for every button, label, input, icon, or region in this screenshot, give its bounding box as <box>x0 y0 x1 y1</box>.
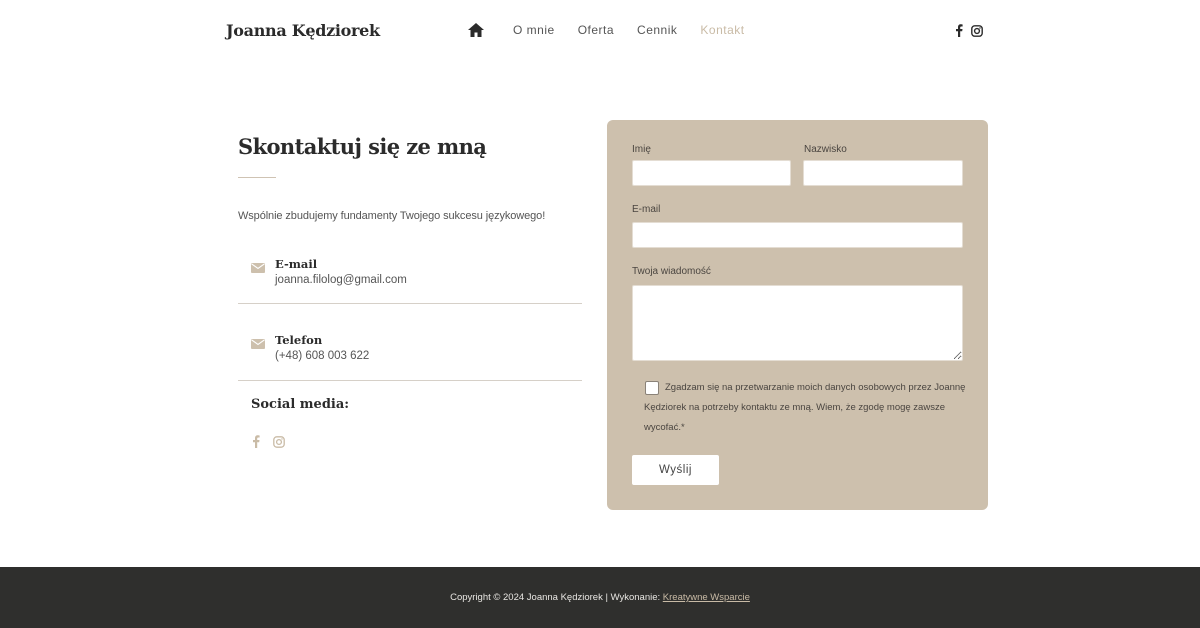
contact-social <box>252 435 582 453</box>
instagram-icon[interactable] <box>971 24 983 42</box>
email-label: E-mail <box>275 257 318 271</box>
section-divider <box>238 303 582 304</box>
footer-copyright: Copyright © 2024 Joanna Kędziorek | Wyko… <box>0 592 1200 603</box>
message-label: Twoja wiadomość <box>632 266 711 277</box>
facebook-icon[interactable] <box>252 435 260 453</box>
credit-link[interactable]: Kreatywne Wsparcie <box>663 592 750 603</box>
nav-item-kontakt[interactable]: Kontakt <box>700 20 744 40</box>
first-name-input[interactable] <box>632 160 791 186</box>
contact-form: Imię Nazwisko E-mail Twoja wiadomość Zga… <box>607 120 988 510</box>
title-divider <box>238 177 276 178</box>
site-header: Joanna Kędziorek O mnie Oferta Cennik Ko… <box>0 0 1200 62</box>
facebook-icon[interactable] <box>955 24 963 42</box>
site-brand[interactable]: Joanna Kędziorek <box>226 21 380 40</box>
email-block: E-mail joanna.filolog@gmail.com <box>238 257 582 286</box>
phone-block: Telefon (+48) 608 003 622 <box>238 333 582 362</box>
header-social <box>955 24 983 42</box>
contact-intro: Wspólnie zbudujemy fundamenty Twojego su… <box>238 210 546 222</box>
social-media-label: Social media: <box>251 397 350 412</box>
message-textarea[interactable] <box>632 285 963 361</box>
phone-value[interactable]: (+48) 608 003 622 <box>275 350 582 362</box>
nav-item-cennik[interactable]: Cennik <box>637 20 677 40</box>
last-name-label: Nazwisko <box>804 144 847 155</box>
email-input[interactable] <box>632 222 963 248</box>
first-name-label: Imię <box>632 144 651 155</box>
phone-label: Telefon <box>275 333 323 347</box>
site-footer: Copyright © 2024 Joanna Kędziorek | Wyko… <box>0 567 1200 628</box>
contact-info: Skontaktuj się ze mną Wspólnie zbudujemy… <box>238 120 582 453</box>
main-nav: O mnie Oferta Cennik Kontakt <box>468 20 768 40</box>
consent-text: Zgadzam się na przetwarzanie moich danyc… <box>644 382 966 433</box>
envelope-icon <box>251 260 265 278</box>
last-name-input[interactable] <box>803 160 963 186</box>
home-icon[interactable] <box>468 21 486 39</box>
nav-item-oferta[interactable]: Oferta <box>578 20 614 40</box>
submit-button[interactable]: Wyślij <box>632 455 719 485</box>
instagram-icon[interactable] <box>273 435 285 453</box>
email-field-label: E-mail <box>632 204 661 215</box>
nav-item-o-mnie[interactable]: O mnie <box>513 20 555 40</box>
envelope-icon <box>251 336 265 354</box>
page-title: Skontaktuj się ze mną <box>238 134 487 159</box>
email-value[interactable]: joanna.filolog@gmail.com <box>275 274 582 286</box>
section-divider <box>238 380 582 381</box>
copyright-text: Copyright © 2024 Joanna Kędziorek | Wyko… <box>450 592 663 603</box>
